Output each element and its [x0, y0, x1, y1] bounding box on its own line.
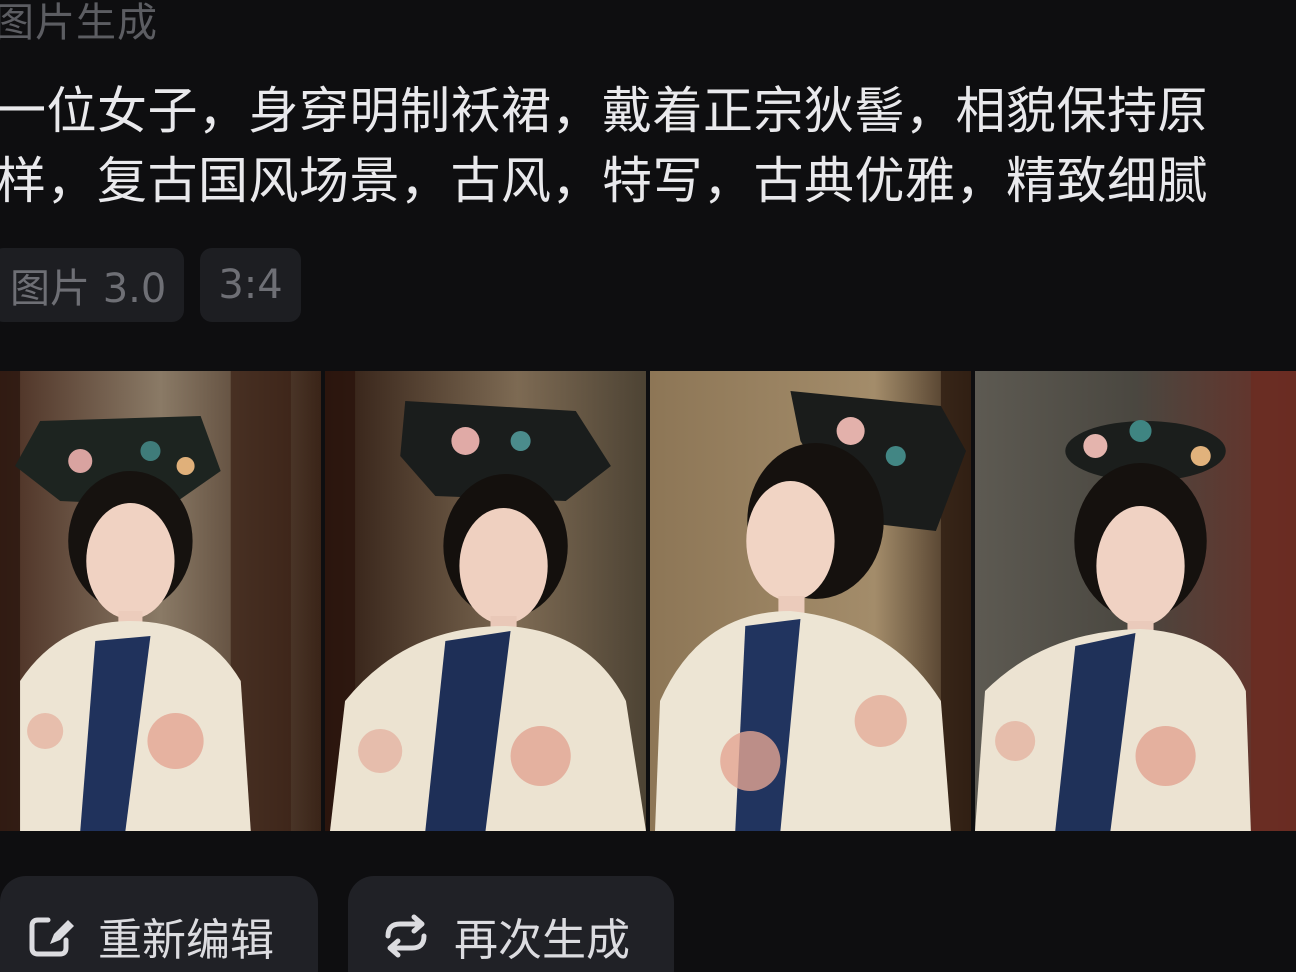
regenerate-button[interactable]: 再次生成	[348, 876, 674, 972]
edit-again-button[interactable]: 重新编辑	[0, 876, 318, 972]
refresh-icon	[380, 910, 432, 962]
regenerate-label: 再次生成	[454, 915, 630, 966]
prompt-line-1: 一位女子，身穿明制袄裙，戴着正宗狄髻，相貌保持原	[0, 82, 1208, 140]
generated-image-4[interactable]	[975, 371, 1296, 831]
edit-icon	[24, 910, 76, 962]
generated-image-1[interactable]	[0, 371, 321, 831]
model-tag: 图片 3.0	[0, 248, 185, 322]
section-title: 图片生成	[0, 0, 158, 46]
aspect-ratio-tag: 3:4	[200, 248, 301, 322]
generated-images	[0, 371, 1296, 831]
parameter-tags: 图片 3.0 3:4	[0, 248, 301, 322]
image-generation-card: 图片生成 一位女子，身穿明制袄裙，戴着正宗狄髻，相貌保持原 样，复古国风场景，古…	[0, 0, 1296, 972]
generated-image-3[interactable]	[650, 371, 971, 831]
edit-again-label: 重新编辑	[98, 915, 274, 966]
prompt-text: 一位女子，身穿明制袄裙，戴着正宗狄髻，相貌保持原 样，复古国风场景，古风，特写，…	[0, 76, 1296, 216]
prompt-line-2: 样，复古国风场景，古风，特写，古典优雅，精致细腻	[0, 152, 1208, 210]
action-bar: 重新编辑 再次生成	[0, 876, 674, 972]
generated-image-2[interactable]	[325, 371, 646, 831]
